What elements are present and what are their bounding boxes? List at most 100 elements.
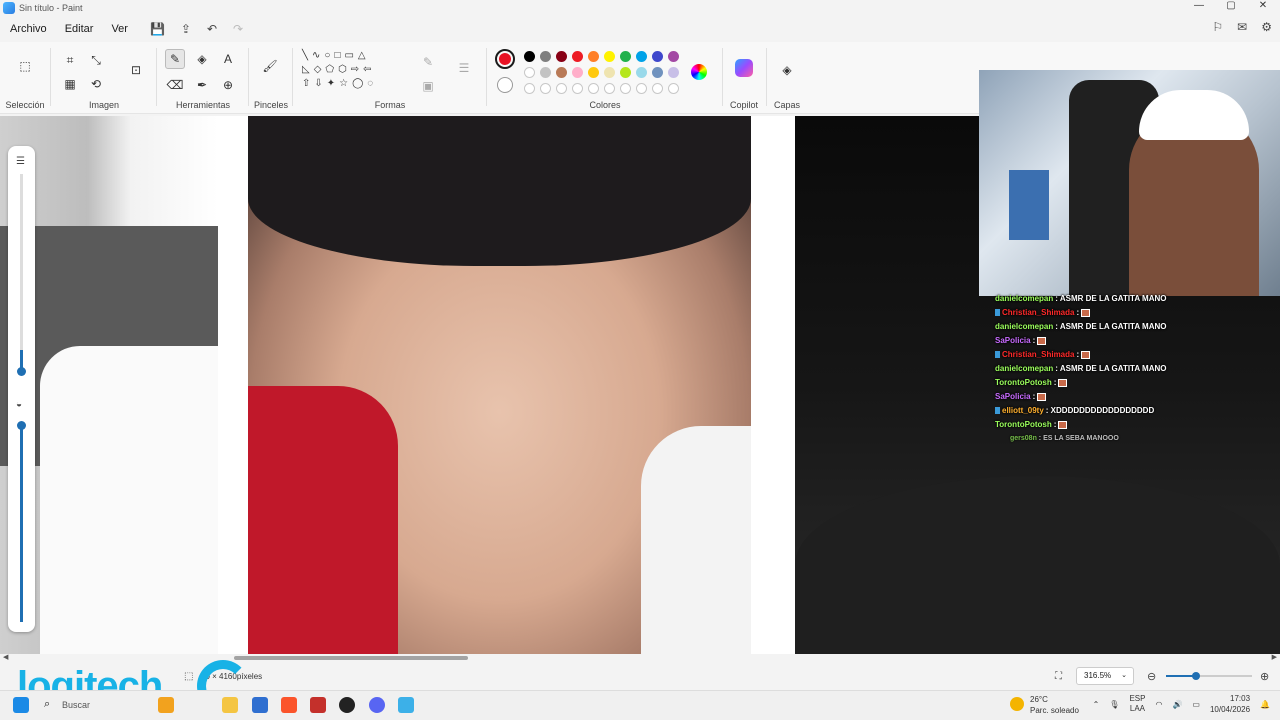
redo-icon[interactable]: ↷: [233, 22, 243, 36]
zoom-in-icon[interactable]: ⊕: [1260, 670, 1269, 683]
color-swatch[interactable]: [636, 67, 647, 78]
color-swatch[interactable]: [668, 51, 679, 62]
microphone-icon[interactable]: 🎙: [1109, 700, 1119, 709]
wifi-icon[interactable]: ◠: [1155, 700, 1162, 709]
color-swatch[interactable]: [524, 83, 535, 94]
menu-ver[interactable]: Ver: [111, 23, 128, 35]
layout-code: LAA: [1129, 704, 1146, 713]
eraser-icon[interactable]: ⌫: [165, 75, 185, 95]
chat-badge-icon: [995, 351, 1000, 359]
feedback-icon[interactable]: ⚐: [1212, 20, 1223, 34]
color-swatch[interactable]: [540, 67, 551, 78]
comments-icon[interactable]: ✉: [1237, 20, 1247, 34]
brave-browser-icon[interactable]: [281, 697, 297, 713]
text-tool-icon[interactable]: A: [218, 49, 238, 69]
notification-bell-icon[interactable]: 🔔: [1260, 700, 1270, 709]
color-swatch[interactable]: [604, 51, 615, 62]
paint-taskbar-icon[interactable]: [398, 697, 414, 713]
file-explorer-icon[interactable]: [222, 697, 238, 713]
share-icon[interactable]: ⇪: [181, 22, 191, 36]
maximize-button[interactable]: ▢: [1222, 0, 1240, 11]
layers-icon[interactable]: ◈: [777, 60, 797, 80]
color-swatch[interactable]: [556, 67, 567, 78]
pencil-icon[interactable]: ✎: [165, 49, 185, 69]
save-icon[interactable]: 💾: [150, 22, 165, 36]
color-swatch[interactable]: [572, 83, 583, 94]
size-icon[interactable]: ☰: [454, 58, 474, 78]
volume-icon[interactable]: 🔊: [1172, 700, 1182, 709]
clock[interactable]: 17:03 10/04/2026: [1210, 693, 1250, 715]
edit-colors-icon[interactable]: [691, 64, 707, 80]
color-swatch[interactable]: [652, 83, 663, 94]
remove-background-icon[interactable]: ▦: [60, 74, 80, 94]
color-swatch[interactable]: [540, 51, 551, 62]
color-swatch[interactable]: [588, 51, 599, 62]
menu-archivo[interactable]: Archivo: [10, 23, 47, 35]
fill-icon[interactable]: ▣: [418, 76, 438, 96]
brush-icon[interactable]: 🖌: [260, 56, 280, 76]
copilot-icon[interactable]: [735, 59, 753, 77]
fit-to-window-icon[interactable]: ⛶: [1055, 671, 1062, 682]
color-swatch[interactable]: [620, 51, 631, 62]
battery-icon[interactable]: ▭: [1192, 700, 1200, 709]
close-button[interactable]: ✕: [1254, 0, 1272, 11]
chat-username: danielcomepan: [995, 364, 1054, 373]
selection-rectangle-icon[interactable]: ⬚: [15, 56, 35, 76]
select-all-icon[interactable]: ⊡: [126, 60, 146, 80]
color-swatch[interactable]: [652, 67, 663, 78]
color-swatch[interactable]: [636, 83, 647, 94]
group-herramientas: ✎ ◈ A ⌫ ✒ ⊕ Herramientas: [158, 42, 248, 114]
color-swatch[interactable]: [524, 67, 535, 78]
color-swatch[interactable]: [572, 67, 583, 78]
scroll-right-icon[interactable]: ▶: [1272, 653, 1277, 661]
fill-bucket-icon[interactable]: ◈: [192, 49, 212, 69]
color-swatch[interactable]: [604, 83, 615, 94]
color-swatch[interactable]: [572, 51, 583, 62]
windows-start-icon[interactable]: [13, 697, 29, 713]
zoom-slider[interactable]: [1166, 672, 1252, 680]
zoom-dropdown[interactable]: 316.5% ⌄: [1076, 667, 1134, 685]
color-swatch[interactable]: [540, 83, 551, 94]
search-icon[interactable]: ⌕: [44, 698, 50, 711]
color-swatch[interactable]: [668, 83, 679, 94]
undo-icon[interactable]: ↶: [207, 22, 217, 36]
color-swatch[interactable]: [604, 67, 615, 78]
color-swatch[interactable]: [620, 83, 631, 94]
zoom-out-icon[interactable]: ⊖: [1147, 670, 1156, 683]
taskbar-search[interactable]: Buscar: [62, 700, 90, 710]
taskbar-app-icon[interactable]: [158, 697, 174, 713]
primary-color[interactable]: [495, 49, 515, 69]
chat-emote-icon: [1037, 336, 1047, 345]
language-indicator[interactable]: ESP LAA: [1129, 694, 1145, 714]
size-slider-thumb[interactable]: [17, 367, 26, 376]
color-swatch[interactable]: [668, 67, 679, 78]
color-swatch[interactable]: [620, 67, 631, 78]
color-swatch[interactable]: [556, 51, 567, 62]
magnifier-icon[interactable]: ⊕: [218, 75, 238, 95]
tray-chevron-icon[interactable]: ⌃: [1093, 700, 1100, 709]
menu-editar[interactable]: Editar: [65, 23, 94, 35]
streaming-app-icon[interactable]: [310, 697, 326, 713]
discord-icon[interactable]: [369, 697, 385, 713]
minimize-button[interactable]: —: [1190, 0, 1208, 11]
outline-icon[interactable]: ✎: [418, 52, 438, 72]
opacity-slider-thumb[interactable]: [17, 421, 26, 430]
rotate-icon[interactable]: ⟲: [86, 74, 106, 94]
color-swatch[interactable]: [524, 51, 535, 62]
color-swatch[interactable]: [652, 51, 663, 62]
shapes-gallery[interactable]: ╲∿○□▭△ ◺◇⬠⬡⇨⇦ ⇧⇩✦☆◯◌: [302, 49, 412, 91]
color-swatch[interactable]: [588, 67, 599, 78]
obs-icon[interactable]: [339, 697, 355, 713]
color-swatch[interactable]: [556, 83, 567, 94]
color-swatch[interactable]: [588, 83, 599, 94]
weather-widget[interactable]: 26°C Parc. soleado: [1010, 694, 1079, 716]
store-icon[interactable]: [252, 697, 268, 713]
color-swatch[interactable]: [636, 51, 647, 62]
color-picker-icon[interactable]: ✒: [192, 75, 212, 95]
settings-gear-icon[interactable]: ⚙: [1261, 20, 1272, 34]
crop-icon[interactable]: ⌗: [60, 50, 80, 70]
resize-icon[interactable]: ⤡: [86, 50, 106, 70]
scroll-left-icon[interactable]: ◀: [3, 653, 8, 661]
secondary-color[interactable]: [497, 77, 513, 93]
scrollbar-thumb[interactable]: [234, 656, 468, 660]
